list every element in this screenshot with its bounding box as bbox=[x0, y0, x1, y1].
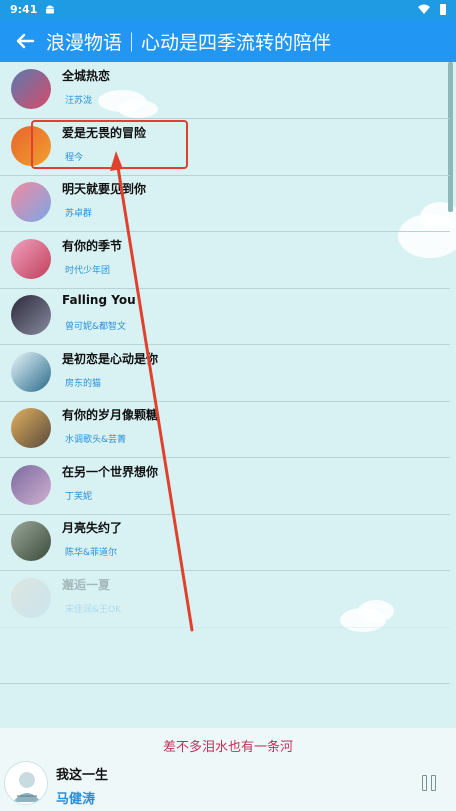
list-item[interactable]: Falling You 曾可妮&都智文 bbox=[0, 288, 450, 345]
album-cover bbox=[11, 295, 51, 335]
current-lyric: 差不多泪水也有一条河 bbox=[162, 740, 293, 755]
album-cover bbox=[11, 351, 51, 392]
song-artist: 宋佳润&王OK bbox=[65, 604, 122, 615]
page-title: 浪漫物语｜心动是四季流转的陪伴 bbox=[46, 32, 332, 54]
app-bar: 浪漫物语｜心动是四季流转的陪伴 bbox=[0, 20, 456, 62]
album-cover bbox=[11, 408, 51, 448]
song-artist: 时代少年团 bbox=[65, 265, 111, 276]
song-artist: 房东的猫 bbox=[65, 378, 102, 389]
status-bar: 9:41 bbox=[0, 0, 456, 20]
status-time: 9:41 bbox=[10, 3, 38, 16]
song-title: 是初恋是心动是你 bbox=[62, 351, 159, 366]
list-item-empty bbox=[0, 627, 450, 684]
song-artist: 水调歌头&芸菁 bbox=[65, 435, 127, 445]
album-cover bbox=[11, 69, 51, 109]
song-artist: 苏卓群 bbox=[65, 209, 93, 219]
mini-player[interactable]: 差不多泪水也有一条河 我这一生 马健涛 bbox=[0, 728, 456, 811]
album-cover bbox=[11, 577, 51, 618]
song-title: 有你的岁月像颗糖 bbox=[62, 408, 159, 422]
album-cover bbox=[11, 521, 51, 561]
song-artist: 汪苏泷 bbox=[65, 96, 93, 106]
song-title: 有你的季节 bbox=[62, 238, 123, 253]
player-album-cover[interactable] bbox=[4, 761, 48, 805]
player-song-title: 我这一生 bbox=[56, 768, 109, 783]
album-cover bbox=[11, 238, 51, 279]
song-title: 明天就要见到你 bbox=[62, 182, 147, 196]
list-item[interactable]: 月亮失约了陈华&菲道尔 bbox=[0, 514, 450, 571]
song-title: 月亮失约了 bbox=[62, 521, 123, 535]
song-title: 全城热恋 bbox=[62, 69, 111, 83]
android-icon bbox=[46, 5, 54, 14]
song-artist: 曾可妮&都智文 bbox=[65, 322, 127, 332]
album-cover bbox=[11, 464, 51, 505]
list-item[interactable]: 全城热恋 汪苏泷 bbox=[0, 62, 450, 119]
list-item[interactable]: 有你的季节时代少年团 bbox=[0, 232, 450, 289]
pause-button[interactable] bbox=[422, 775, 438, 793]
list-item[interactable]: 在另一个世界想你丁芙妮 bbox=[0, 458, 450, 515]
list-item[interactable]: 邂逅一夏宋佳润&王OK bbox=[0, 571, 450, 628]
list-item[interactable]: 有你的岁月像颗糖水调歌头&芸菁 bbox=[0, 401, 450, 458]
list-item[interactable]: 明天就要见到你苏卓群 bbox=[0, 175, 450, 232]
song-title: 在另一个世界想你 bbox=[62, 464, 159, 479]
song-artist: 陈华&菲道尔 bbox=[65, 548, 118, 558]
highlight-annotation bbox=[31, 120, 188, 169]
wifi-icon bbox=[418, 4, 430, 14]
song-title: Falling You bbox=[62, 293, 136, 307]
back-arrow-icon[interactable] bbox=[14, 30, 36, 52]
song-title: 邂逅一夏 bbox=[62, 577, 111, 592]
battery-icon bbox=[440, 4, 446, 15]
list-item[interactable]: 是初恋是心动是你房东的猫 bbox=[0, 345, 450, 402]
album-cover bbox=[11, 182, 51, 222]
player-artist: 马健涛 bbox=[56, 792, 96, 807]
song-artist: 丁芙妮 bbox=[65, 491, 93, 502]
